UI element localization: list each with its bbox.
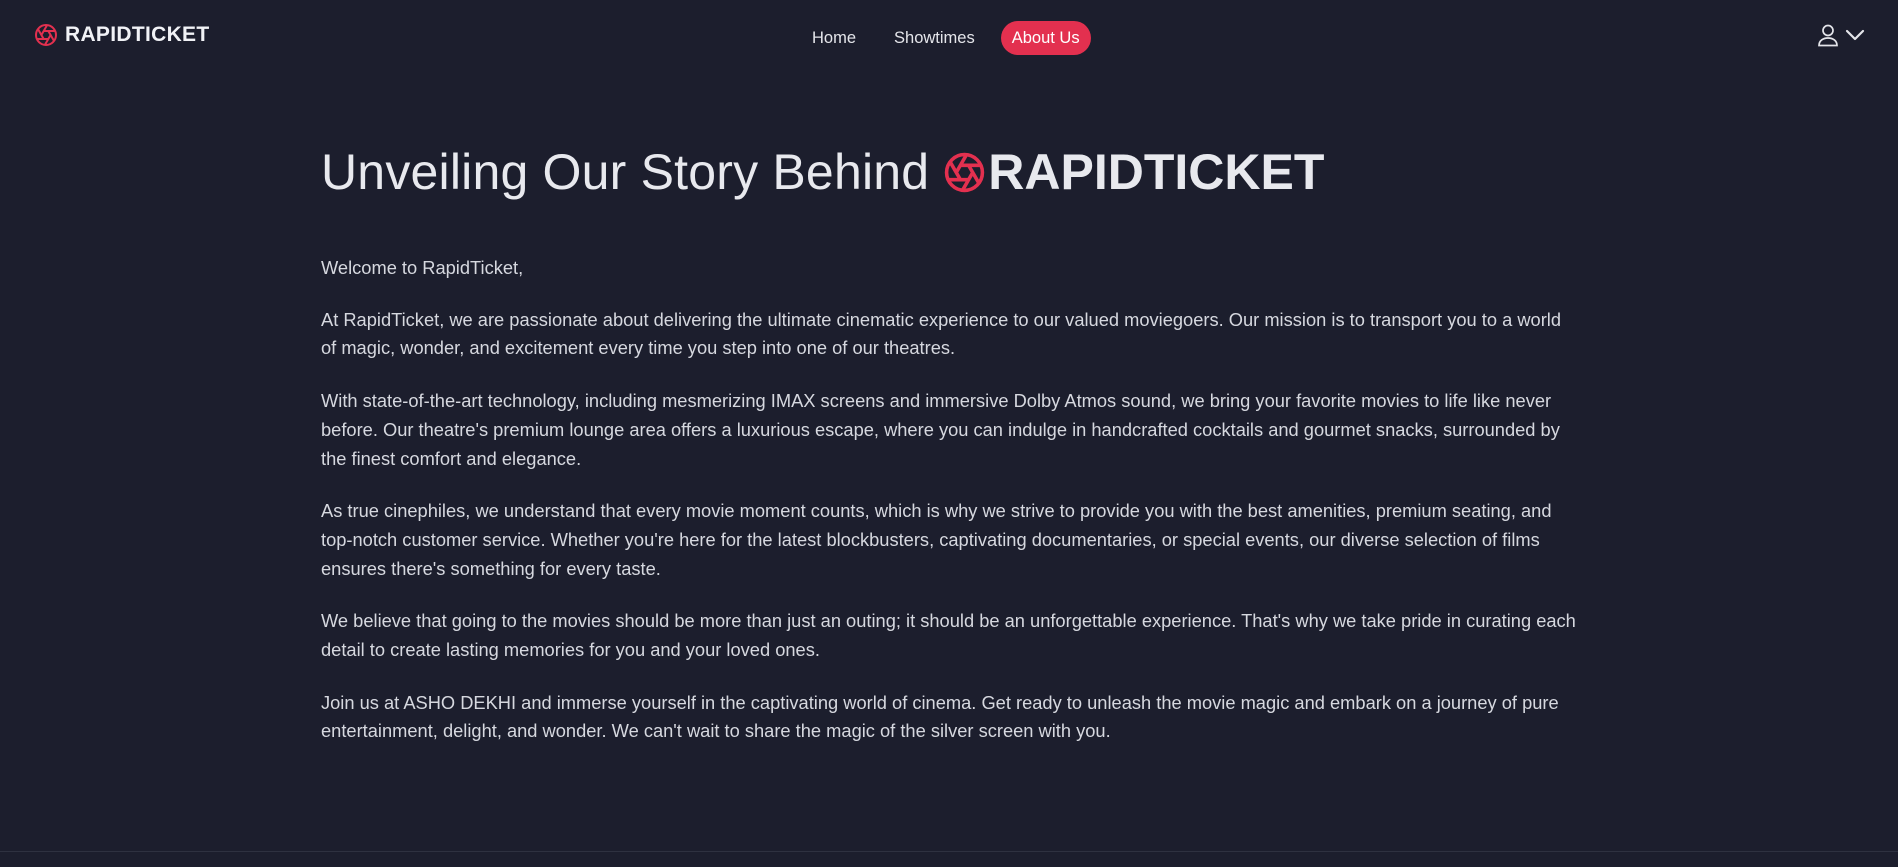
- page-title: Unveiling Our Story Behind RAPIDTICKET: [321, 140, 1581, 204]
- about-page: RAPIDTICKET Home Showtimes About Us Unve…: [0, 0, 1898, 867]
- footer-divider: [0, 851, 1898, 852]
- aperture-icon: [35, 24, 57, 46]
- user-icon: [1818, 24, 1838, 47]
- paragraph-amenities: As true cinephiles, we understand that e…: [321, 500, 1552, 579]
- user-menu-toggle[interactable]: [1817, 22, 1865, 48]
- brand-name: RAPIDTICKET: [65, 23, 210, 46]
- paragraph-invitation: Join us at ASHO DEKHI and immerse yourse…: [321, 691, 1559, 742]
- greeting-text: Welcome to RapidTicket,: [321, 257, 524, 278]
- story-text: Welcome to RapidTicket, At RapidTicket, …: [321, 254, 1581, 746]
- brand-logo-link[interactable]: RAPIDTICKET: [34, 20, 209, 50]
- nav-showtimes[interactable]: Showtimes: [882, 21, 987, 55]
- paragraph-mission: At RapidTicket, we are passionate about …: [321, 308, 1562, 359]
- aperture-icon: [945, 152, 985, 192]
- nav-home[interactable]: Home: [800, 21, 868, 55]
- about-content: Unveiling Our Story Behind RAPIDTICKET W…: [321, 140, 1581, 770]
- page-title-text: Unveiling Our Story Behind: [321, 144, 930, 200]
- page-title-brand: RAPIDTICKET: [988, 144, 1325, 200]
- chevron-down-icon: [1845, 29, 1865, 41]
- main-nav: Home Showtimes About Us: [800, 21, 1105, 55]
- paragraph-technology: With state-of-the-art technology, includ…: [321, 390, 1560, 469]
- navbar: RAPIDTICKET Home Showtimes About Us: [0, 0, 1898, 76]
- nav-about-us[interactable]: About Us: [1000, 21, 1091, 55]
- paragraph-experience: We believe that going to the movies shou…: [321, 610, 1576, 661]
